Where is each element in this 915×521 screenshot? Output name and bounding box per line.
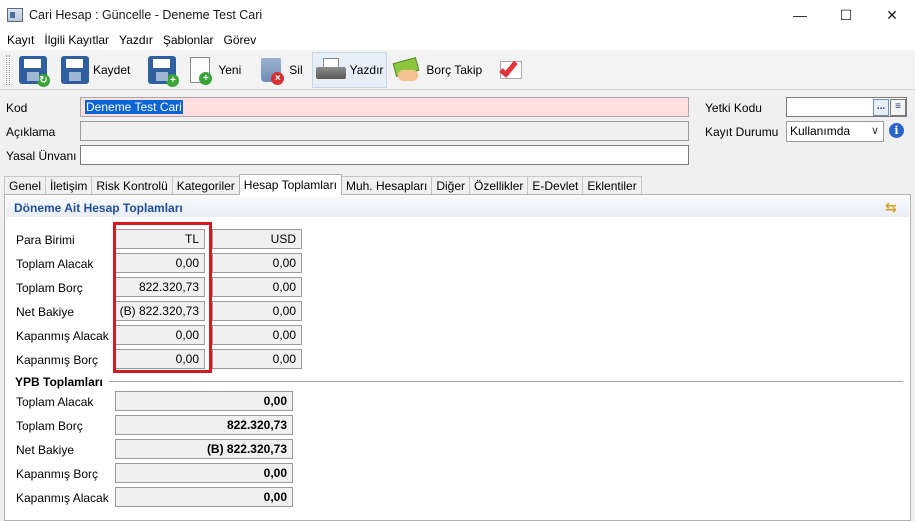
- hesap-toplamlari-panel: Döneme Ait Hesap Toplamları ⇆ Para Birim…: [4, 194, 911, 521]
- ypb-label-net-bakiye: Net Bakiye: [16, 443, 75, 457]
- usd-net-bakiye-cell: 0,00: [212, 301, 302, 321]
- tab-e-devlet[interactable]: E-Devlet: [527, 176, 584, 195]
- yetki-kodu-list-icon[interactable]: ≡: [890, 99, 906, 116]
- aciklama-input[interactable]: [80, 121, 689, 141]
- row-label-toplam-borc: Toplam Borç: [16, 281, 83, 295]
- save-refresh-button[interactable]: ↻: [16, 52, 50, 88]
- tab-diger[interactable]: Diğer: [431, 176, 471, 195]
- menu-bar: Kayıt İlgili Kayıtlar Yazdır Şablonlar G…: [0, 30, 915, 50]
- usd-kapanmis-alacak-cell: 0,00: [212, 325, 302, 345]
- tl-column-highlight: [113, 222, 212, 373]
- menu-yazdir[interactable]: Yazdır: [114, 33, 158, 47]
- tab-kategoriler[interactable]: Kategoriler: [171, 176, 240, 195]
- ypb-label-toplam-borc: Toplam Borç: [16, 419, 83, 433]
- toolbar: ↻ Kaydet + + Yeni × Sil Yazdır Borç Taki…: [0, 50, 915, 90]
- delete-button[interactable]: × Sil: [254, 52, 305, 88]
- checkmark-icon: [496, 57, 526, 83]
- kayit-durumu-label: Kayıt Durumu: [705, 125, 779, 139]
- window-title: Cari Hesap : Güncelle - Deneme Test Cari: [29, 8, 263, 22]
- usd-toplam-borc-cell: 0,00: [212, 277, 302, 297]
- yetki-kodu-label: Yetki Kodu: [705, 101, 762, 115]
- kod-input[interactable]: Deneme Test Cari: [80, 97, 689, 117]
- kayit-durumu-value: Kullanımda: [790, 124, 851, 138]
- title-bar: Cari Hesap : Güncelle - Deneme Test Cari…: [0, 0, 915, 30]
- approve-button[interactable]: [493, 52, 529, 88]
- menu-sablonlar[interactable]: Şablonlar: [158, 33, 219, 47]
- print-label: Yazdır: [349, 62, 384, 77]
- maximize-button[interactable]: ☐: [823, 0, 869, 30]
- row-label-net-bakiye: Net Bakiye: [16, 305, 75, 319]
- kod-label: Kod: [6, 101, 28, 115]
- ypb-kapanmis-borc-cell: 0,00: [115, 463, 293, 483]
- tab-genel[interactable]: Genel: [4, 176, 47, 195]
- tab-risk-kontrolu[interactable]: Risk Kontrolü: [91, 176, 173, 195]
- ypb-toplam-borc-cell: 822.320,73: [115, 415, 293, 435]
- tab-eklentiler[interactable]: Eklentiler: [582, 176, 642, 195]
- group-header: Döneme Ait Hesap Toplamları ⇆: [6, 197, 909, 217]
- save-new-icon: +: [148, 55, 180, 87]
- chevron-down-icon: ∨: [870, 125, 879, 137]
- save-button[interactable]: Kaydet: [58, 52, 133, 88]
- menu-kayit[interactable]: Kayıt: [2, 33, 39, 47]
- debt-follow-label: Borç Takip: [426, 62, 483, 77]
- yasal-unvan-input[interactable]: [80, 145, 689, 165]
- row-label-toplam-alacak: Toplam Alacak: [16, 257, 94, 271]
- new-label: Yeni: [218, 62, 242, 77]
- ypb-toplam-alacak-cell: 0,00: [115, 391, 293, 411]
- usd-toplam-alacak-cell: 0,00: [212, 253, 302, 273]
- save-label: Kaydet: [93, 62, 131, 77]
- menu-ilgili-kayitlar[interactable]: İlgili Kayıtlar: [39, 33, 114, 47]
- money-hand-icon: [392, 56, 422, 84]
- row-label-kapanmis-borc: Kapanmış Borç: [16, 353, 99, 367]
- yasal-unvan-label: Yasal Ünvanı: [6, 149, 77, 163]
- tab-iletisim[interactable]: İletişim: [45, 176, 93, 195]
- ypb-label-kapanmis-alacak: Kapanmış Alacak: [16, 491, 109, 505]
- app-icon: [7, 8, 23, 22]
- ypb-net-bakiye-cell: (B) 822.320,73: [115, 439, 293, 459]
- new-button[interactable]: + Yeni: [183, 52, 244, 88]
- yetki-kodu-lookup-button[interactable]: ...: [873, 99, 889, 116]
- refresh-icon[interactable]: ⇆: [885, 200, 899, 214]
- new-document-icon: +: [190, 56, 213, 85]
- ypb-label-toplam-alacak: Toplam Alacak: [16, 395, 94, 409]
- row-label-para-birimi: Para Birimi: [16, 233, 75, 247]
- info-icon[interactable]: i: [889, 123, 904, 138]
- tab-hesap-toplamlari[interactable]: Hesap Toplamları: [238, 174, 342, 195]
- usd-currency-cell: USD: [212, 229, 302, 249]
- ypb-separator: [109, 381, 903, 382]
- tab-muh-hesaplari[interactable]: Muh. Hesapları: [340, 176, 433, 195]
- row-label-kapanmis-alacak: Kapanmış Alacak: [16, 329, 109, 343]
- ypb-kapanmis-alacak-cell: 0,00: [115, 487, 293, 507]
- close-button[interactable]: ✕: [869, 0, 915, 30]
- printer-icon: [315, 57, 346, 82]
- save-refresh-icon: ↻: [19, 55, 50, 87]
- print-button[interactable]: Yazdır: [311, 51, 388, 88]
- tab-strip: Genel İletişim Risk Kontrolü Kategoriler…: [4, 174, 642, 195]
- ypb-label-kapanmis-borc: Kapanmış Borç: [16, 467, 99, 481]
- debt-follow-button[interactable]: Borç Takip: [389, 52, 485, 88]
- period-totals-title: Döneme Ait Hesap Toplamları: [14, 201, 183, 215]
- tab-ozellikler[interactable]: Özellikler: [469, 176, 529, 195]
- ypb-totals-title: YPB Toplamları: [15, 375, 103, 389]
- kayit-durumu-select[interactable]: Kullanımda ∨: [786, 121, 884, 142]
- aciklama-label: Açıklama: [6, 125, 56, 139]
- save-icon: [61, 55, 89, 84]
- delete-bin-icon: ×: [261, 57, 285, 85]
- toolbar-grip[interactable]: [6, 54, 10, 85]
- menu-gorev[interactable]: Görev: [219, 33, 262, 47]
- delete-label: Sil: [289, 62, 303, 77]
- minimize-button[interactable]: —: [777, 0, 823, 30]
- usd-kapanmis-borc-cell: 0,00: [212, 349, 302, 369]
- save-new-button[interactable]: +: [145, 52, 180, 88]
